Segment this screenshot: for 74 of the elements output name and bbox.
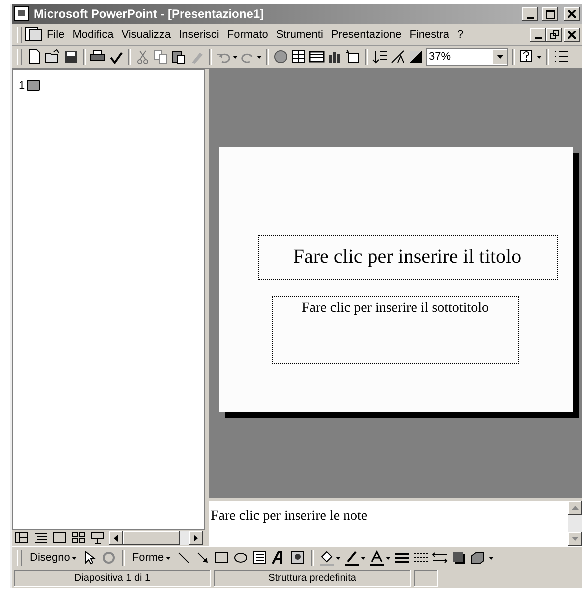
shadow-icon[interactable] xyxy=(451,550,468,566)
document-icon[interactable] xyxy=(25,26,43,42)
caret-icon xyxy=(537,56,542,58)
grayscale-icon[interactable] xyxy=(408,49,424,65)
status-panel xyxy=(414,570,438,587)
save-icon[interactable] xyxy=(63,49,79,65)
status-text: Diapositiva 1 di 1 xyxy=(14,570,211,587)
up-arrow-icon xyxy=(572,506,578,510)
slide-number: 1 xyxy=(19,80,26,92)
cut-icon[interactable] xyxy=(135,49,151,65)
scroll-right-button[interactable] xyxy=(189,531,203,545)
close-button[interactable] xyxy=(564,28,580,42)
table-icon[interactable] xyxy=(291,49,307,65)
slideshow-icon[interactable] xyxy=(90,530,106,546)
app-icon xyxy=(14,6,30,22)
right-arrow-icon xyxy=(194,534,198,542)
paste-icon[interactable] xyxy=(171,49,187,65)
3d-icon[interactable] xyxy=(470,550,486,566)
minimize-button[interactable] xyxy=(522,7,538,21)
scroll-up-button[interactable] xyxy=(568,501,582,515)
expand-icon[interactable] xyxy=(372,49,388,65)
new-slide-icon[interactable] xyxy=(345,49,361,65)
status-text: Struttura predefinita xyxy=(214,570,411,587)
window-title: Microsoft PowerPoint - [Presentazione1] xyxy=(34,7,266,21)
maximize-button[interactable] xyxy=(542,7,558,21)
open-folder-icon[interactable] xyxy=(45,49,61,65)
normal-view-icon[interactable] xyxy=(14,530,30,546)
slide-thumbnail-icon[interactable] xyxy=(27,80,40,91)
new-document-icon[interactable] xyxy=(27,49,43,65)
restore-button[interactable] xyxy=(546,28,562,42)
bullet-list-icon[interactable] xyxy=(553,49,569,65)
menu-item[interactable]: Visualizza xyxy=(118,26,176,42)
caret-icon xyxy=(72,556,78,560)
rectangle-icon[interactable] xyxy=(214,550,230,566)
line-style-icon[interactable] xyxy=(394,550,410,566)
close-button[interactable] xyxy=(564,7,580,21)
title-placeholder[interactable]: Fare clic per inserire il titolo xyxy=(258,235,558,280)
left-arrow-icon xyxy=(114,534,118,542)
menu-item[interactable]: Inserisci xyxy=(175,26,224,42)
font-color-icon[interactable] xyxy=(369,550,392,566)
menu-item[interactable]: Formato xyxy=(223,26,272,42)
subtitle-placeholder[interactable]: Fare clic per inserire il sottotitolo xyxy=(272,296,519,364)
grid-icon[interactable] xyxy=(309,49,325,65)
dropdown-arrow-icon[interactable] xyxy=(496,55,504,59)
close-icon xyxy=(568,10,576,18)
help-icon[interactable] xyxy=(519,49,535,65)
zoom-field[interactable]: 37% xyxy=(426,48,508,66)
shapes-menu[interactable]: Forme xyxy=(130,552,174,564)
menu-item[interactable]: File xyxy=(43,26,69,42)
scrollbar-thumb[interactable] xyxy=(123,531,180,545)
minimize-icon xyxy=(534,37,542,39)
minimize-button[interactable] xyxy=(530,28,546,42)
menu-item[interactable]: Strumenti xyxy=(272,26,328,42)
menu-item[interactable]: Finestra xyxy=(406,26,454,42)
menu-item[interactable]: ? xyxy=(454,26,468,42)
slide-view-icon[interactable] xyxy=(52,530,68,546)
menu-item[interactable]: Presentazione xyxy=(327,26,406,42)
maximize-icon xyxy=(546,10,554,18)
draw-menu[interactable]: Disegno xyxy=(28,552,80,564)
restore-icon xyxy=(550,30,558,39)
minimize-icon xyxy=(526,16,534,18)
down-arrow-icon xyxy=(572,537,578,541)
line-color-icon[interactable] xyxy=(344,550,366,566)
menu-item[interactable]: Modifica xyxy=(68,26,118,42)
scroll-down-button[interactable] xyxy=(568,532,582,546)
text-box-icon[interactable] xyxy=(252,550,268,566)
bar-chart-icon[interactable] xyxy=(327,49,343,65)
sorter-view-icon[interactable] xyxy=(71,530,87,546)
scroll-left-button[interactable] xyxy=(109,531,123,545)
arrow-style-icon[interactable] xyxy=(432,550,448,566)
ellipse-icon[interactable] xyxy=(233,550,250,566)
caret-icon xyxy=(166,556,172,560)
caret-icon xyxy=(489,556,494,560)
close-icon xyxy=(568,30,576,38)
